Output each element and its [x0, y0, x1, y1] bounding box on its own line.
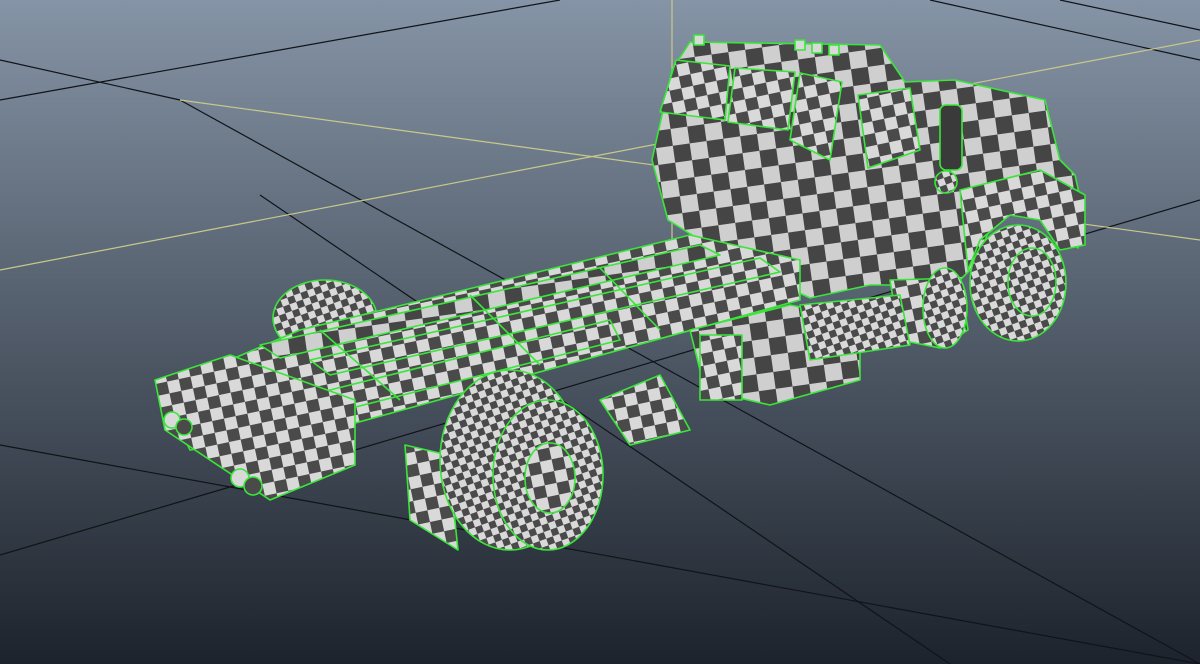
- side-mirror[interactable]: [939, 104, 963, 171]
- front-wheel-hub[interactable]: [1007, 247, 1057, 317]
- roof-light: [693, 34, 705, 46]
- tail-light: [243, 476, 263, 496]
- roof-light: [811, 42, 823, 54]
- step-box[interactable]: [699, 334, 743, 401]
- battery-box[interactable]: [922, 267, 968, 349]
- roof-light: [828, 44, 840, 56]
- tail-light: [175, 418, 193, 436]
- cab-side-window[interactable]: [727, 67, 796, 131]
- 3d-viewport[interactable]: [0, 0, 1200, 664]
- rear-wheel-hub[interactable]: [524, 442, 576, 514]
- viewport-canvas[interactable]: [0, 0, 1200, 664]
- mirror-mount[interactable]: [934, 170, 958, 194]
- roof-light: [794, 39, 806, 51]
